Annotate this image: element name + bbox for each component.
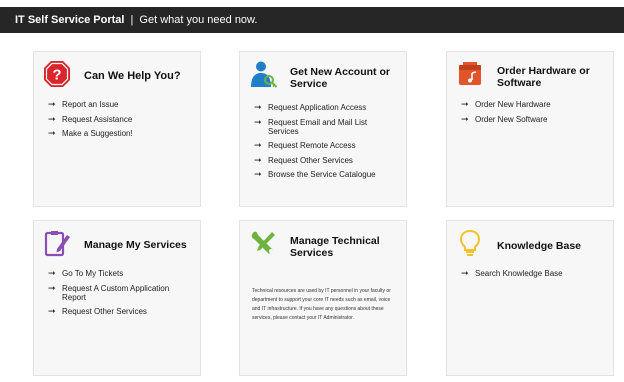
software-box-icon (459, 62, 481, 85)
list-item[interactable]: ➞ Request A Custom Application Report (48, 282, 192, 302)
arrow-right-icon: ➞ (48, 99, 56, 109)
card-title: Get New Account or Service (290, 66, 390, 90)
portal-title[interactable]: IT Self Service Portal (15, 14, 124, 26)
list-item[interactable]: ➞ Make a Suggestion! (48, 128, 192, 139)
header-bar: IT Self Service Portal | Get what you ne… (0, 7, 624, 33)
link-go-to-my-tickets[interactable]: Go To My Tickets (62, 269, 123, 278)
list-item[interactable]: ➞ Order New Hardware (461, 99, 605, 110)
list-item[interactable]: ➞ Request Other Services (48, 306, 192, 317)
arrow-right-icon: ➞ (254, 140, 262, 150)
arrow-right-icon: ➞ (254, 169, 262, 179)
list-item[interactable]: ➞ Request Remote Access (254, 140, 398, 151)
card-description: Technical resources are used by IT perso… (252, 288, 391, 321)
card-new-account: Get New Account or Service ➞ Request Appl… (239, 51, 407, 207)
list-item[interactable]: ➞ Request Application Access (254, 102, 398, 113)
arrow-right-icon: ➞ (461, 113, 469, 124)
link-request-other-services[interactable]: Request Other Services (268, 156, 353, 165)
link-search-knowledge-base[interactable]: Search Knowledge Base (475, 269, 563, 278)
card-technical-services: Manage Technical Services Technical reso… (239, 220, 407, 376)
arrow-right-icon: ➞ (48, 113, 56, 124)
header-tagline: Get what you need now. (139, 14, 258, 26)
user-key-icon (251, 61, 277, 88)
list-item[interactable]: ➞ Request Other Services (254, 154, 398, 165)
link-request-email-services[interactable]: Request Email and Mail List Services (268, 118, 367, 136)
card-order-hardware: Order Hardware or Software ➞ Order New Ha… (446, 51, 614, 207)
list-item[interactable]: ➞ Request Assistance (48, 113, 192, 124)
card-link-list: ➞ Report an Issue ➞ Request Assistance ➞ Ma… (48, 100, 192, 144)
arrow-right-icon: ➞ (48, 128, 56, 138)
link-request-other-services[interactable]: Request Other Services (62, 307, 147, 316)
card-title: Order Hardware or Software (497, 65, 590, 89)
link-request-custom-report[interactable]: Request A Custom Application Report (62, 284, 169, 302)
link-order-new-software[interactable]: Order New Software (475, 115, 547, 124)
stop-question-icon: ? (44, 61, 70, 87)
lightbulb-icon (459, 229, 481, 256)
card-link-list: ➞ Search Knowledge Base (461, 269, 605, 284)
arrow-right-icon: ➞ (461, 268, 469, 278)
link-report-issue[interactable]: Report an Issue (62, 100, 118, 109)
link-make-suggestion[interactable]: Make a Suggestion! (62, 129, 133, 138)
arrow-right-icon: ➞ (48, 282, 56, 293)
arrow-right-icon: ➞ (254, 154, 262, 165)
link-request-application-access[interactable]: Request Application Access (268, 103, 366, 112)
clipboard-pencil-icon (44, 231, 70, 257)
arrow-right-icon: ➞ (48, 306, 56, 316)
card-link-list: ➞ Request Application Access ➞ Request Ema… (254, 103, 398, 185)
list-item[interactable]: ➞ Report an Issue (48, 99, 192, 110)
wrench-screwdriver-icon (251, 231, 275, 254)
card-can-we-help: ? Can We Help You? ➞ Report an Issue ➞ Req… (33, 51, 201, 207)
list-item[interactable]: ➞ Browse the Service Catalogue (254, 169, 398, 180)
arrow-right-icon: ➞ (48, 268, 56, 278)
list-item[interactable]: ➞ Order New Software (461, 113, 605, 124)
header-separator: | (130, 14, 134, 26)
card-title: Can We Help You? (84, 70, 181, 82)
arrow-right-icon: ➞ (461, 99, 469, 109)
card-link-list: ➞ Go To My Tickets ➞ Request A Custom Appl… (48, 269, 192, 322)
card-manage-services: Manage My Services ➞ Go To My Tickets ➞ Re… (33, 220, 201, 376)
list-item[interactable]: ➞ Go To My Tickets (48, 268, 192, 279)
link-browse-service-catalogue[interactable]: Browse the Service Catalogue (268, 170, 376, 179)
link-request-remote-access[interactable]: Request Remote Access (268, 141, 356, 150)
arrow-right-icon: ➞ (254, 116, 262, 127)
card-title: Manage Technical Services (290, 235, 380, 259)
card-link-list: ➞ Order New Hardware ➞ Order New Software (461, 100, 605, 129)
card-knowledge-base: Knowledge Base ➞ Search Knowledge Base (446, 220, 614, 376)
arrow-right-icon: ➞ (254, 102, 262, 112)
list-item[interactable]: ➞ Search Knowledge Base (461, 268, 605, 279)
link-request-assistance[interactable]: Request Assistance (62, 115, 132, 124)
link-order-new-hardware[interactable]: Order New Hardware (475, 100, 551, 109)
card-title: Knowledge Base (497, 240, 582, 252)
list-item[interactable]: ➞ Request Email and Mail List Services (254, 116, 398, 136)
card-title: Manage My Services (84, 239, 187, 251)
svg-text:?: ? (52, 67, 61, 84)
